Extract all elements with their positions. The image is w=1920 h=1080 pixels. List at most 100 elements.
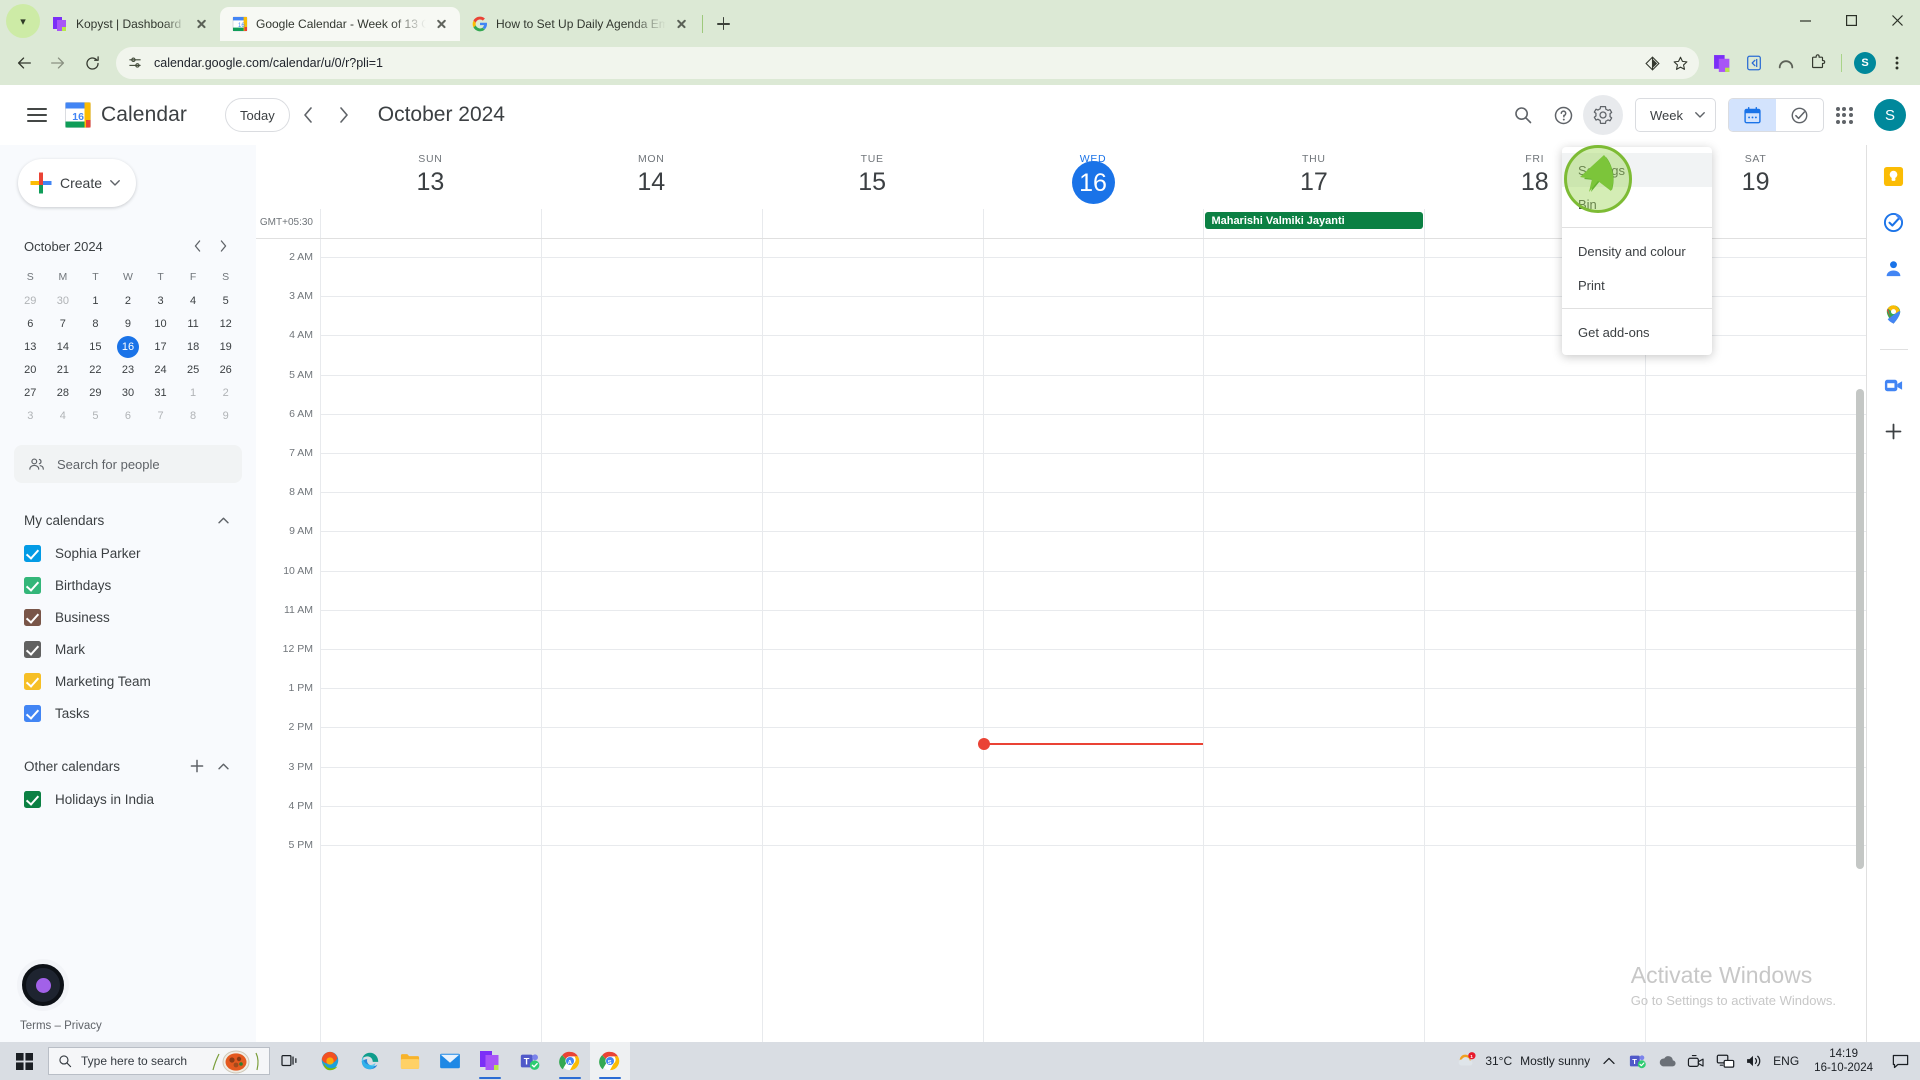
mini-day-cell[interactable]: 29 bbox=[79, 381, 112, 404]
tasks-view-toggle[interactable] bbox=[1776, 99, 1823, 131]
mini-day-cell[interactable]: 9 bbox=[209, 404, 242, 427]
my-calendar-item[interactable]: Mark bbox=[14, 633, 242, 665]
calendar-checkbox[interactable] bbox=[24, 790, 41, 808]
mini-day-cell[interactable]: 22 bbox=[79, 358, 112, 381]
search-for-people-input[interactable]: Search for people bbox=[14, 445, 242, 483]
mini-day-cell[interactable]: 5 bbox=[79, 404, 112, 427]
mini-day-cell[interactable]: 4 bbox=[177, 289, 210, 312]
settings-dropdown-menu[interactable]: Settings Bin Density and colour Print Get ad… bbox=[1562, 147, 1712, 355]
day-number[interactable]: 19 bbox=[1742, 167, 1770, 197]
my-calendar-item[interactable]: Marketing Team bbox=[14, 665, 242, 697]
weather-widget[interactable]: 1 31°C Mostly sunny bbox=[1457, 1051, 1590, 1071]
chevron-up-icon[interactable] bbox=[210, 753, 236, 779]
mini-day-cell[interactable]: 2 bbox=[112, 289, 145, 312]
mini-day-cell[interactable]: 2 bbox=[209, 381, 242, 404]
teams-tray-icon[interactable]: T bbox=[1628, 1051, 1648, 1071]
taskbar-search-input[interactable]: Type here to search bbox=[48, 1047, 270, 1075]
mail-icon[interactable] bbox=[430, 1042, 470, 1080]
help-icon[interactable] bbox=[1543, 95, 1583, 135]
mini-day-cell[interactable]: 11 bbox=[177, 312, 210, 335]
account-avatar[interactable]: S bbox=[1874, 99, 1906, 131]
google-tasks-icon[interactable] bbox=[1883, 211, 1905, 233]
reload-button[interactable] bbox=[76, 47, 108, 79]
mini-day-cell[interactable]: 9 bbox=[112, 312, 145, 335]
microsoft-teams-icon[interactable]: T bbox=[510, 1042, 550, 1080]
maximize-button[interactable] bbox=[1828, 4, 1874, 38]
onedrive-icon[interactable] bbox=[1657, 1051, 1677, 1071]
create-button[interactable]: Create bbox=[18, 159, 136, 207]
other-calendars-header[interactable]: Other calendars bbox=[14, 749, 242, 783]
address-bar[interactable]: calendar.google.com/calendar/u/0/r?pli=1 bbox=[116, 47, 1699, 79]
close-icon[interactable] bbox=[674, 16, 690, 32]
gear-icon[interactable] bbox=[1583, 95, 1623, 135]
vertical-scrollbar[interactable] bbox=[1856, 389, 1864, 869]
mini-day-cell[interactable]: 16 bbox=[112, 335, 145, 358]
menu-item-bin[interactable]: Bin bbox=[1562, 187, 1712, 221]
show-hidden-icons[interactable] bbox=[1599, 1051, 1619, 1071]
google-keep-icon[interactable] bbox=[1883, 165, 1905, 187]
calendar-checkbox[interactable] bbox=[24, 544, 41, 562]
mini-day-cell[interactable]: 13 bbox=[14, 335, 47, 358]
all-day-cell[interactable] bbox=[540, 209, 762, 238]
camera-icon[interactable] bbox=[1686, 1051, 1706, 1071]
windows-start-icon[interactable] bbox=[2, 1042, 46, 1080]
star-icon[interactable] bbox=[1671, 54, 1689, 72]
new-tab-button[interactable] bbox=[709, 10, 737, 38]
mini-day-cell[interactable]: 12 bbox=[209, 312, 242, 335]
minimize-button[interactable] bbox=[1782, 4, 1828, 38]
mini-day-cell[interactable]: 8 bbox=[79, 312, 112, 335]
notifications-icon[interactable] bbox=[1888, 1044, 1912, 1078]
mini-day-cell[interactable]: 31 bbox=[144, 381, 177, 404]
terms-privacy-link[interactable]: Terms – Privacy bbox=[20, 1020, 102, 1032]
split-screen-icon[interactable] bbox=[1739, 48, 1769, 78]
previous-period-button[interactable] bbox=[290, 97, 326, 133]
close-icon[interactable] bbox=[194, 16, 210, 32]
all-day-cell[interactable] bbox=[982, 209, 1204, 238]
time-grid-scroll[interactable]: 2 AM 3 AM 4 AM 5 AM 6 AM 7 AM 8 AM 9 AM 10 AM 11 … bbox=[256, 239, 1866, 1042]
mini-day-cell[interactable]: 1 bbox=[79, 289, 112, 312]
calendar-checkbox[interactable] bbox=[24, 704, 41, 722]
browser-tab-kopyst[interactable]: Kopyst | Dashboard bbox=[40, 7, 220, 41]
mini-day-cell[interactable]: 3 bbox=[144, 289, 177, 312]
diamond-icon[interactable] bbox=[1643, 54, 1661, 72]
mini-day-cell[interactable]: 18 bbox=[177, 335, 210, 358]
other-calendar-item[interactable]: Holidays in India bbox=[14, 783, 242, 815]
mini-day-cell[interactable]: 30 bbox=[112, 381, 145, 404]
menu-item-density-and-colour[interactable]: Density and colour bbox=[1562, 234, 1712, 268]
mini-day-cell[interactable]: 4 bbox=[47, 404, 80, 427]
forward-button[interactable] bbox=[42, 47, 74, 79]
close-window-button[interactable] bbox=[1874, 4, 1920, 38]
all-day-cell[interactable] bbox=[761, 209, 983, 238]
google-maps-icon[interactable] bbox=[1883, 303, 1905, 325]
mini-next-month-button[interactable] bbox=[210, 233, 236, 259]
day-column[interactable] bbox=[1645, 239, 1866, 1042]
all-day-cell[interactable] bbox=[320, 209, 541, 238]
three-dot-menu-icon[interactable] bbox=[1882, 48, 1912, 78]
mini-day-cell[interactable]: 7 bbox=[47, 312, 80, 335]
volume-icon[interactable] bbox=[1744, 1051, 1764, 1071]
mini-day-cell[interactable]: 23 bbox=[112, 358, 145, 381]
google-contacts-icon[interactable] bbox=[1883, 257, 1905, 279]
mini-day-cell[interactable]: 14 bbox=[47, 335, 80, 358]
mini-day-cell[interactable]: 19 bbox=[209, 335, 242, 358]
day-column[interactable] bbox=[1424, 239, 1646, 1042]
kopyst-icon[interactable] bbox=[470, 1042, 510, 1080]
day-column[interactable] bbox=[320, 239, 541, 1042]
close-icon[interactable] bbox=[434, 16, 450, 32]
menu-item-get-add-ons[interactable]: Get add-ons bbox=[1562, 315, 1712, 349]
mini-day-cell[interactable]: 10 bbox=[144, 312, 177, 335]
view-selector[interactable]: Week bbox=[1635, 98, 1716, 132]
taskbar-clock[interactable]: 14:19 16-10-2024 bbox=[1808, 1047, 1879, 1075]
calendar-checkbox[interactable] bbox=[24, 608, 41, 626]
browser-tab-google-calendar[interactable]: 16 Google Calendar - Week of 13 O bbox=[220, 7, 460, 41]
my-calendar-item[interactable]: Tasks bbox=[14, 697, 242, 729]
chrome-icon[interactable]: S bbox=[590, 1042, 630, 1080]
day-number[interactable]: 13 bbox=[417, 167, 445, 197]
profile-avatar[interactable]: S bbox=[1850, 48, 1880, 78]
day-columns[interactable] bbox=[320, 239, 1866, 1042]
edge-icon[interactable] bbox=[350, 1042, 390, 1080]
mini-day-cell[interactable]: 7 bbox=[144, 404, 177, 427]
all-day-cell[interactable]: Maharishi Valmiki Jayanti bbox=[1203, 209, 1424, 238]
mini-day-cell[interactable]: 21 bbox=[47, 358, 80, 381]
day-column[interactable] bbox=[540, 239, 762, 1042]
